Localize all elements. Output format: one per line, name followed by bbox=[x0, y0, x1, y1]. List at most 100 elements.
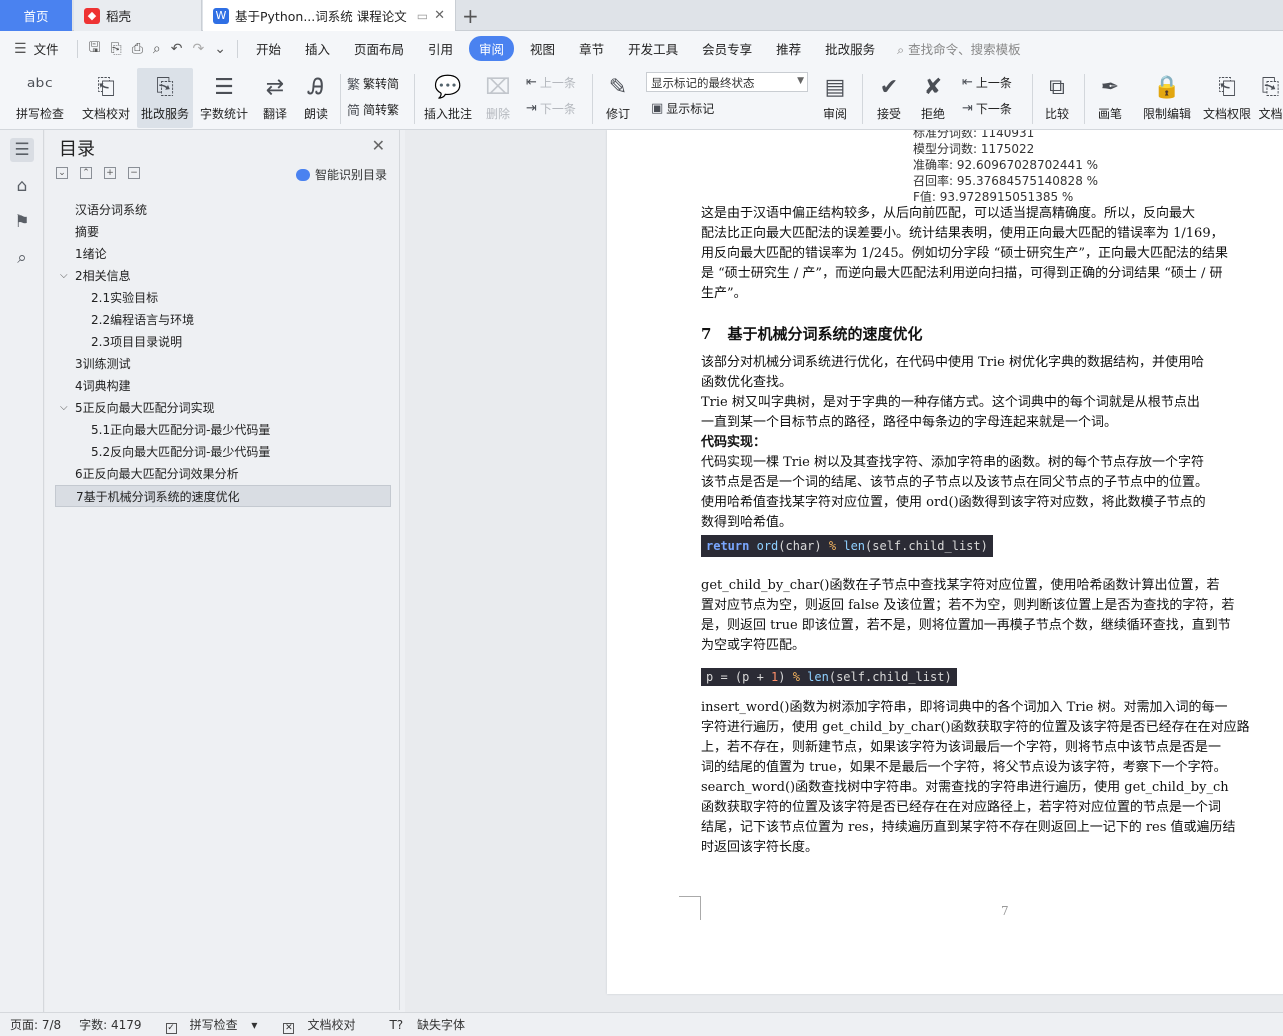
print-icon[interactable]: ⎙ bbox=[132, 41, 143, 57]
bookmark-icon[interactable]: ⚑ bbox=[10, 210, 34, 234]
toc-item[interactable]: 7基于机械分词系统的速度优化 bbox=[55, 485, 391, 507]
toc-item[interactable]: 2.2编程语言与环境 bbox=[55, 309, 391, 331]
toc-item-label: 5正反向最大匹配分词实现 bbox=[75, 401, 215, 415]
reject-button[interactable]: ✘ 拒绝 bbox=[914, 68, 952, 128]
track-changes-button[interactable]: ✎ 修订 bbox=[598, 68, 638, 128]
pen-button[interactable]: ✒ 画笔 bbox=[1092, 68, 1128, 128]
hamburger-menu-icon[interactable]: ☰ bbox=[14, 41, 27, 57]
status-word-count[interactable]: 字数: 4179 bbox=[79, 1016, 141, 1033]
ribbon-separator bbox=[592, 74, 593, 124]
next-comment-button[interactable]: ⇥ 下一条 bbox=[526, 100, 576, 117]
proofread-button[interactable]: ⎗ 文档校对 bbox=[78, 68, 134, 128]
new-tab-button[interactable]: + bbox=[462, 4, 479, 28]
chapter-nav-icon[interactable]: ⌂ bbox=[10, 174, 34, 198]
toc-item[interactable]: 5.2反向最大匹配分词-最少代码量 bbox=[55, 441, 391, 463]
document-canvas: ▤ ▾ 标准分词数: 1140931模型分词数: 1175022准确率: 92.… bbox=[405, 130, 1283, 1012]
redo-icon[interactable]: ↷ bbox=[193, 41, 205, 57]
next-change-button[interactable]: ⇥ 下一条 bbox=[962, 100, 1012, 117]
spell-check-button[interactable]: ᵃᵇᶜ 拼写检查 bbox=[10, 68, 70, 128]
review-pane-button[interactable]: ▤ 审阅 bbox=[816, 68, 854, 128]
menu-item-references[interactable]: 引用 bbox=[428, 39, 453, 58]
toc-item[interactable]: 6正反向最大匹配分词效果分析 bbox=[55, 463, 391, 485]
menu-item-review[interactable]: 审阅 bbox=[469, 36, 515, 61]
insert-comment-button[interactable]: 💬 插入批注 bbox=[422, 68, 474, 128]
correction-service-button[interactable]: ⎘ 批改服务 bbox=[137, 68, 193, 128]
save-icon[interactable]: 🖫 bbox=[89, 37, 101, 61]
command-search[interactable]: ⌕ 查找命令、搜索模板 bbox=[897, 39, 1021, 58]
menu-item-chapter[interactable]: 章节 bbox=[579, 39, 604, 58]
close-icon[interactable]: ✕ bbox=[372, 136, 385, 155]
accept-button[interactable]: ✔ 接受 bbox=[870, 68, 908, 128]
toc-item[interactable]: 2.3项目目录说明 bbox=[55, 331, 391, 353]
chevron-down-icon[interactable]: ⌵ bbox=[60, 265, 68, 287]
toc-item[interactable]: ⌵ 2相关信息 bbox=[55, 265, 391, 287]
toc-item[interactable]: 1绪论 bbox=[55, 243, 391, 265]
word-count-button[interactable]: ☰ 字数统计 bbox=[196, 68, 252, 128]
status-page[interactable]: 页面: 7/8 bbox=[10, 1016, 61, 1033]
chevron-down-icon: ▼ bbox=[797, 76, 804, 86]
revise-label: 修订 bbox=[605, 107, 630, 121]
document-permission-button[interactable]: ⎗ 文档权限 bbox=[1200, 68, 1254, 128]
tab-close-icon[interactable]: ✕ bbox=[434, 8, 445, 23]
status-missing-font[interactable]: T? 缺失字体 bbox=[379, 1016, 465, 1033]
document-more-button[interactable]: ⎘ 文档 bbox=[1258, 68, 1283, 128]
review-ribbon: ᵃᵇᶜ 拼写检查 ⎗ 文档校对 ⎘ 批改服务 ☰ 字数统计 ⇄ 翻译 Ꭿ 朗读 繁繁转简 简… bbox=[0, 66, 1283, 130]
tab-pin-icon[interactable]: ▭ bbox=[417, 9, 428, 23]
trad-to-simp-button[interactable]: 繁繁转简 bbox=[347, 74, 399, 93]
delete-comment-button[interactable]: ⌧ 删除 bbox=[480, 68, 516, 128]
menu-item-recommend[interactable]: 推荐 bbox=[776, 39, 801, 58]
tab-document-label: 基于Python...词系统 课程论文 bbox=[235, 9, 407, 24]
toc-panel-icon[interactable]: ☰ bbox=[10, 138, 34, 162]
menu-item-member[interactable]: 会员专享 bbox=[702, 39, 752, 58]
show-markup-button[interactable]: ▣ 显示标记 bbox=[651, 100, 714, 117]
compare-button[interactable]: ⧉ 比较 bbox=[1038, 68, 1076, 128]
document-page[interactable]: 标准分词数: 1140931 模型分词数: 1175022 准确率: 92.6096… bbox=[607, 130, 1283, 994]
menu-item-developer[interactable]: 开发工具 bbox=[628, 39, 678, 58]
search-panel-icon[interactable]: ⌕ bbox=[10, 246, 34, 270]
translate-button[interactable]: ⇄ 翻译 bbox=[255, 68, 295, 128]
code-token: ord bbox=[756, 539, 779, 553]
menu-item-view[interactable]: 视图 bbox=[530, 39, 555, 58]
toc-item[interactable]: 摘要 bbox=[55, 221, 391, 243]
menu-item-layout[interactable]: 页面布局 bbox=[354, 39, 404, 58]
menu-bar: ☰ 文件 🖫 ⎘ ⎙ ⌕ ↶ ↷ ⌄ 开始 插入 页面布局 引用 审阅 视图 章… bbox=[0, 31, 1283, 66]
read-aloud-button[interactable]: Ꭿ 朗读 bbox=[298, 68, 334, 128]
insert-comment-label: 插入批注 bbox=[423, 107, 472, 121]
restrict-editing-button[interactable]: 🔒 限制编辑 bbox=[1140, 68, 1194, 128]
toc-item[interactable]: 汉语分词系统 bbox=[55, 199, 391, 221]
toc-item[interactable]: 3训练测试 bbox=[55, 353, 391, 375]
simp-to-trad-button[interactable]: 简简转繁 bbox=[347, 100, 399, 119]
expand-up-icon[interactable]: ⌃ bbox=[80, 167, 92, 179]
toc-item[interactable]: 5.1正向最大匹配分词-最少代码量 bbox=[55, 419, 391, 441]
menu-item-correction[interactable]: 批改服务 bbox=[825, 39, 875, 58]
text-line: 代码实现一棵 Trie 树以及其查找字符、添加字符串的函数。树的每个节点存放一个… bbox=[701, 455, 1205, 470]
print-preview-icon[interactable]: ⌕ bbox=[153, 41, 161, 57]
tab-home[interactable]: 首页 bbox=[0, 0, 72, 31]
undo-icon[interactable]: ↶ bbox=[171, 41, 183, 57]
add-heading-icon[interactable]: + bbox=[104, 167, 116, 179]
remove-heading-icon[interactable]: − bbox=[128, 167, 140, 179]
menu-item-insert[interactable]: 插入 bbox=[305, 39, 330, 58]
collapse-all-icon[interactable]: ⌄ bbox=[56, 167, 68, 179]
smart-toc-icon bbox=[295, 168, 310, 181]
menu-item-start[interactable]: 开始 bbox=[256, 39, 281, 58]
review-pane-icon: ▤ bbox=[824, 75, 846, 100]
toc-item[interactable]: 4词典构建 bbox=[55, 375, 391, 397]
chevron-down-icon[interactable]: ⌵ bbox=[60, 397, 68, 419]
status-spell-check[interactable]: ✓ 拼写检查 ▾ bbox=[156, 1016, 257, 1034]
tab-document[interactable]: W 基于Python...词系统 课程论文 ▭ ✕ bbox=[203, 0, 456, 31]
code-token: return bbox=[706, 539, 750, 553]
toc-item-label: 汉语分词系统 bbox=[75, 203, 148, 217]
prev-change-button[interactable]: ⇤ 上一条 bbox=[962, 74, 1012, 91]
daoke-icon: ◆ bbox=[84, 7, 100, 24]
markup-state-select[interactable]: 显示标记的最终状态 ▼ bbox=[646, 72, 808, 92]
export-pdf-icon[interactable]: ⎘ bbox=[111, 41, 122, 57]
tab-daoke[interactable]: ◆ 稻壳 bbox=[74, 0, 202, 31]
toc-item[interactable]: 2.1实验目标 bbox=[55, 287, 391, 309]
prev-comment-button[interactable]: ⇤ 上一条 bbox=[526, 74, 576, 91]
smart-toc-button[interactable]: 智能识别目录 bbox=[295, 166, 387, 183]
status-proofread[interactable]: ✕ 文档校对 bbox=[273, 1016, 355, 1034]
customize-toolbar-icon[interactable]: ⌄ bbox=[214, 41, 226, 57]
menu-file[interactable]: 文件 bbox=[34, 39, 59, 58]
toc-item[interactable]: ⌵ 5正反向最大匹配分词实现 bbox=[55, 397, 391, 419]
